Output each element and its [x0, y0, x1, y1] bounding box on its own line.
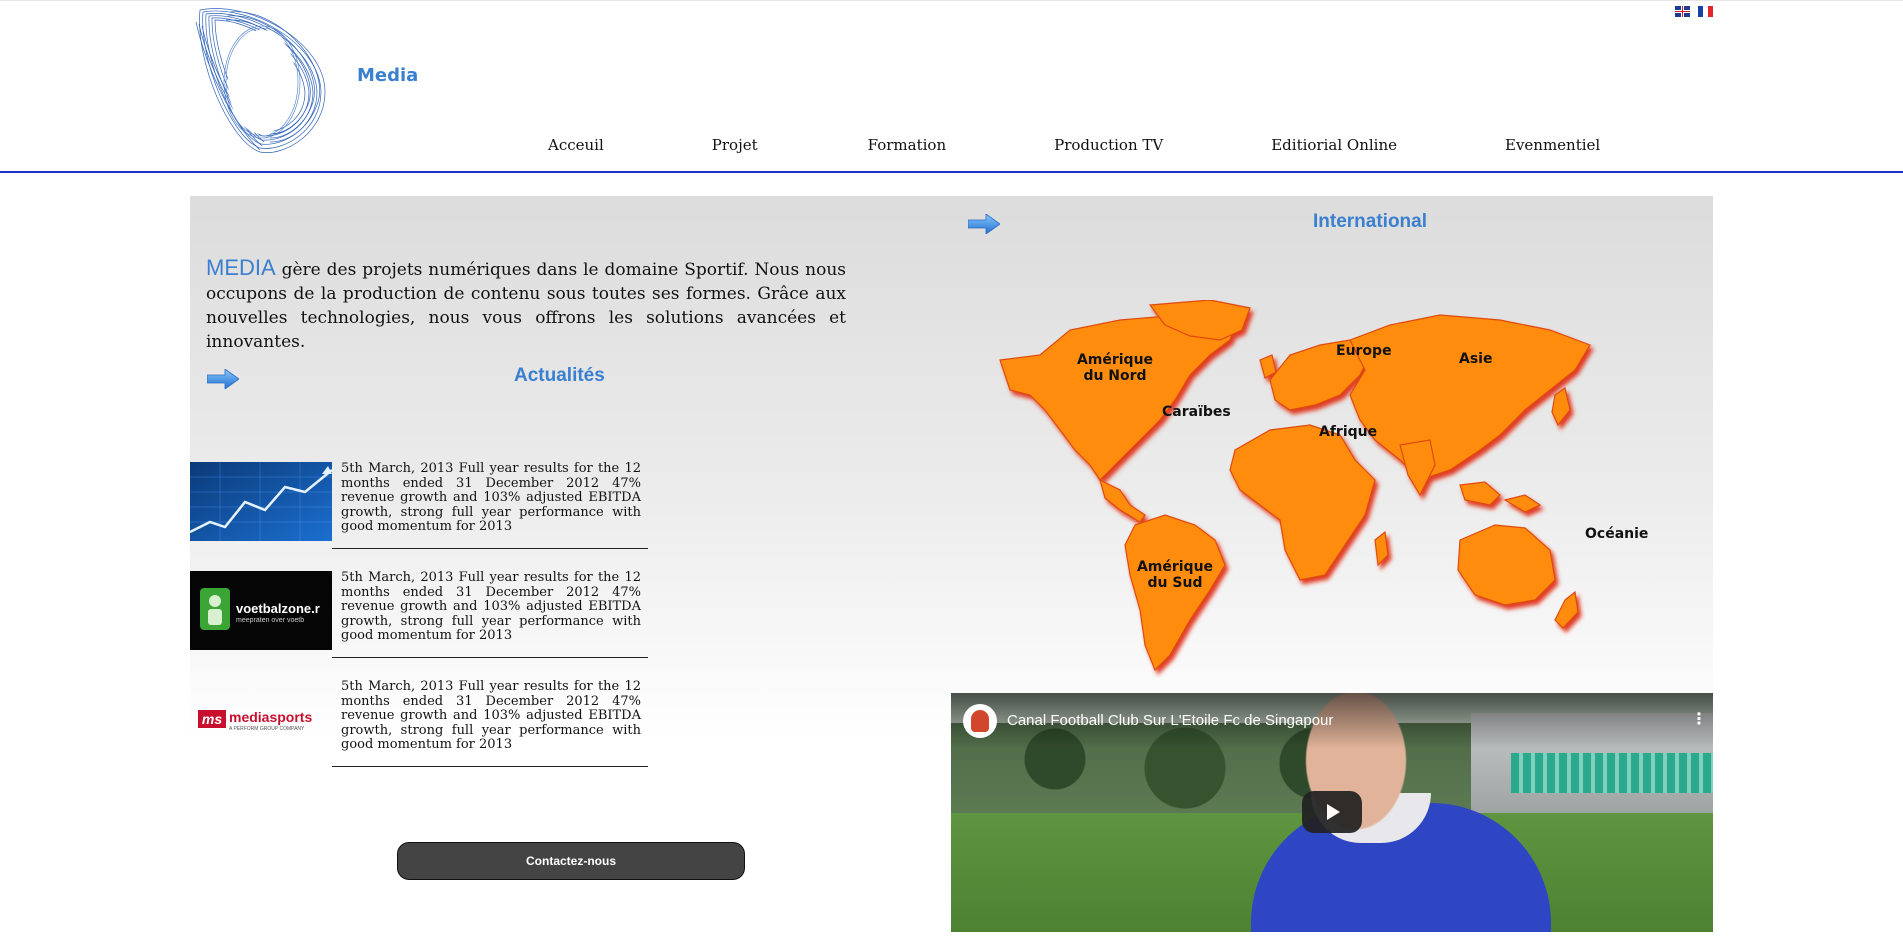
video-frame-seats [1511, 753, 1713, 793]
arrow-right-icon [207, 369, 239, 389]
news-item[interactable]: 5th March, 2013 Full year results for th… [190, 461, 648, 549]
map-label-caribbean[interactable]: Caraïbes [1162, 404, 1231, 420]
map-label-south-america[interactable]: Amérique du Sud [1135, 559, 1215, 591]
arrow-right-icon [968, 214, 1000, 234]
news-item[interactable]: ms mediasports A PERFORM GROUP COMPANY 5… [190, 679, 648, 767]
news-text: 5th March, 2013 Full year results for th… [341, 570, 641, 643]
nav-formation[interactable]: Formation [868, 136, 946, 154]
language-switcher [1675, 6, 1713, 17]
stock-chart-image [190, 462, 332, 541]
nav-production-tv[interactable]: Production TV [1054, 136, 1163, 154]
mediasports-logo-sub: A PERFORM GROUP COMPANY [229, 726, 305, 732]
intro-highlight: MEDIA [206, 255, 276, 280]
map-label-europe[interactable]: Europe [1336, 343, 1392, 359]
news-text: 5th March, 2013 Full year results for th… [341, 461, 641, 534]
video-title[interactable]: Canal Football Club Sur L'Etoile Fc de S… [1007, 712, 1333, 729]
site-logo[interactable] [190, 2, 340, 154]
nav-acceuil[interactable]: Acceuil [548, 136, 604, 154]
french-flag-icon[interactable] [1698, 6, 1713, 17]
news-divider [332, 766, 648, 767]
news-item[interactable]: voetbalzone.r meepraten over voetb 5th M… [190, 570, 648, 658]
news-thumbnail[interactable] [190, 462, 332, 541]
news-divider [332, 657, 648, 658]
news-title: Actualités [514, 365, 605, 386]
news-text: 5th March, 2013 Full year results for th… [341, 679, 641, 752]
voetbalzone-logo-sub: meepraten over voetb [236, 617, 305, 624]
intro-paragraph: MEDIA gère des projets numériques dans l… [206, 256, 846, 354]
voetbalzone-logo-text: voetbalzone.r [236, 601, 320, 616]
mediasports-logo-text: mediasports [229, 709, 313, 725]
contact-button[interactable]: Contactez-nous [397, 842, 745, 880]
header-divider [0, 171, 1903, 173]
mediasports-logo-mark: ms [198, 710, 226, 728]
brand-name[interactable]: Media [357, 65, 418, 86]
map-label-asia[interactable]: Asie [1459, 351, 1492, 367]
map-label-north-america[interactable]: Amérique du Nord [1070, 352, 1160, 384]
nav-evenmentiel[interactable]: Evenmentiel [1505, 136, 1600, 154]
more-vert-icon[interactable]: ⋮ [1691, 709, 1707, 728]
nav-editorial-online[interactable]: Editiorial Online [1271, 136, 1397, 154]
nav-projet[interactable]: Projet [712, 136, 758, 154]
international-title: International [1313, 211, 1428, 232]
news-divider [332, 548, 648, 549]
intro-text: gère des projets numériques dans le doma… [206, 260, 846, 352]
world-map[interactable]: Amérique du Nord Caraïbes Europe Asie Af… [980, 299, 1680, 685]
map-label-oceania[interactable]: Océanie [1585, 526, 1648, 542]
channel-avatar[interactable] [963, 704, 997, 738]
video-player[interactable]: Canal Football Club Sur L'Etoile Fc de S… [951, 693, 1713, 932]
news-thumbnail[interactable]: voetbalzone.r meepraten over voetb [190, 571, 332, 650]
english-flag-icon[interactable] [1675, 6, 1690, 17]
play-icon[interactable] [1302, 791, 1362, 833]
main-nav: Acceuil Projet Formation Production TV E… [548, 136, 1600, 154]
map-label-africa[interactable]: Afrique [1319, 424, 1377, 440]
news-thumbnail[interactable]: ms mediasports A PERFORM GROUP COMPANY [190, 680, 332, 759]
